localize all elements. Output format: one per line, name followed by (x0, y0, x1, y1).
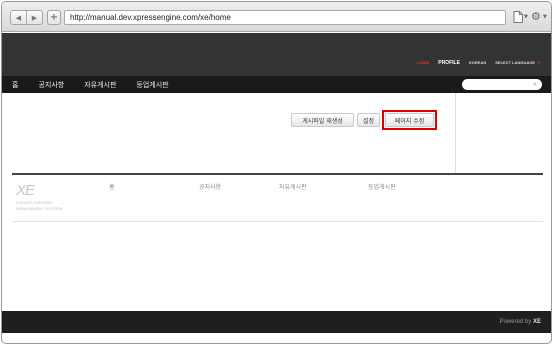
content-divider (12, 173, 543, 175)
select-language-link[interactable]: SELECT LANGUAGE ▼ (495, 60, 541, 66)
xe-logo-text: XE (16, 182, 35, 199)
settings-button[interactable]: 설정 (357, 113, 380, 127)
add-tab-icon[interactable]: + (47, 10, 61, 25)
back-icon[interactable]: ◀ (11, 11, 26, 24)
footer-divider (12, 221, 543, 222)
settings-menu-chevron-icon[interactable]: ▼ (543, 14, 547, 20)
page-menu-chevron-icon[interactable]: ▼ (524, 14, 528, 20)
forward-icon[interactable]: ▶ (26, 11, 42, 24)
footer-logo[interactable]: XE CLEVER CONTENT MANAGEMENT SYSTEM (16, 182, 62, 211)
nav-item-home[interactable]: 홈 (12, 80, 18, 90)
footer-link-home[interactable]: 홈 (109, 182, 115, 191)
footer-link-level-board[interactable]: 등업게시판 (368, 182, 396, 191)
footer-link-free-board[interactable]: 자유게시판 (279, 182, 307, 191)
search-input[interactable]: ⌕ (462, 79, 542, 90)
browser-toolbar: ◀ ▶ + http://manual.dev.xpressengine.com… (2, 2, 551, 32)
nav-item-level-board[interactable]: 등업게시판 (136, 80, 168, 90)
profile-link[interactable]: PROFILE (438, 60, 460, 66)
header-links: LOGIN PROFILE KOREAN SELECT LANGUAGE ▼ (417, 60, 541, 66)
sidebar-divider (455, 93, 456, 173)
language-link[interactable]: KOREAN (469, 60, 486, 66)
chevron-down-icon: ▼ (537, 60, 541, 65)
nav-menu: 홈 공지사항 자유게시판 등업게시판 (12, 76, 189, 93)
login-link[interactable]: LOGIN (417, 60, 430, 66)
regenerate-file-button[interactable]: 게시파일 재생성 (291, 113, 354, 127)
main-nav: 홈 공지사항 자유게시판 등업게시판 ⌕ (2, 76, 551, 93)
powered-by: Powered by XE (500, 319, 541, 325)
gear-icon[interactable]: ⚙ (531, 10, 543, 23)
footer-link-notice[interactable]: 공지사항 (199, 182, 221, 191)
site-footer: Powered by XE (2, 311, 551, 333)
select-language-label: SELECT LANGUAGE (495, 60, 536, 65)
nav-item-notice[interactable]: 공지사항 (38, 80, 64, 90)
nav-button-group: ◀ ▶ (10, 10, 43, 25)
logo-subtitle-1: CLEVER CONTENT (16, 200, 53, 205)
browser-window: ◀ ▶ + http://manual.dev.xpressengine.com… (1, 1, 552, 344)
search-icon[interactable]: ⌕ (533, 80, 537, 89)
address-bar[interactable]: http://manual.dev.xpressengine.com/xe/ho… (64, 10, 506, 25)
nav-item-free-board[interactable]: 자유게시판 (84, 80, 116, 90)
highlight-box (382, 110, 437, 130)
page-icon[interactable] (513, 11, 523, 23)
site-header: LOGIN PROFILE KOREAN SELECT LANGUAGE ▼ (2, 33, 551, 76)
powered-by-label: Powered by (499, 319, 532, 325)
powered-by-brand[interactable]: XE (533, 319, 541, 325)
logo-subtitle-2: MANAGEMENT SYSTEM (16, 206, 63, 211)
